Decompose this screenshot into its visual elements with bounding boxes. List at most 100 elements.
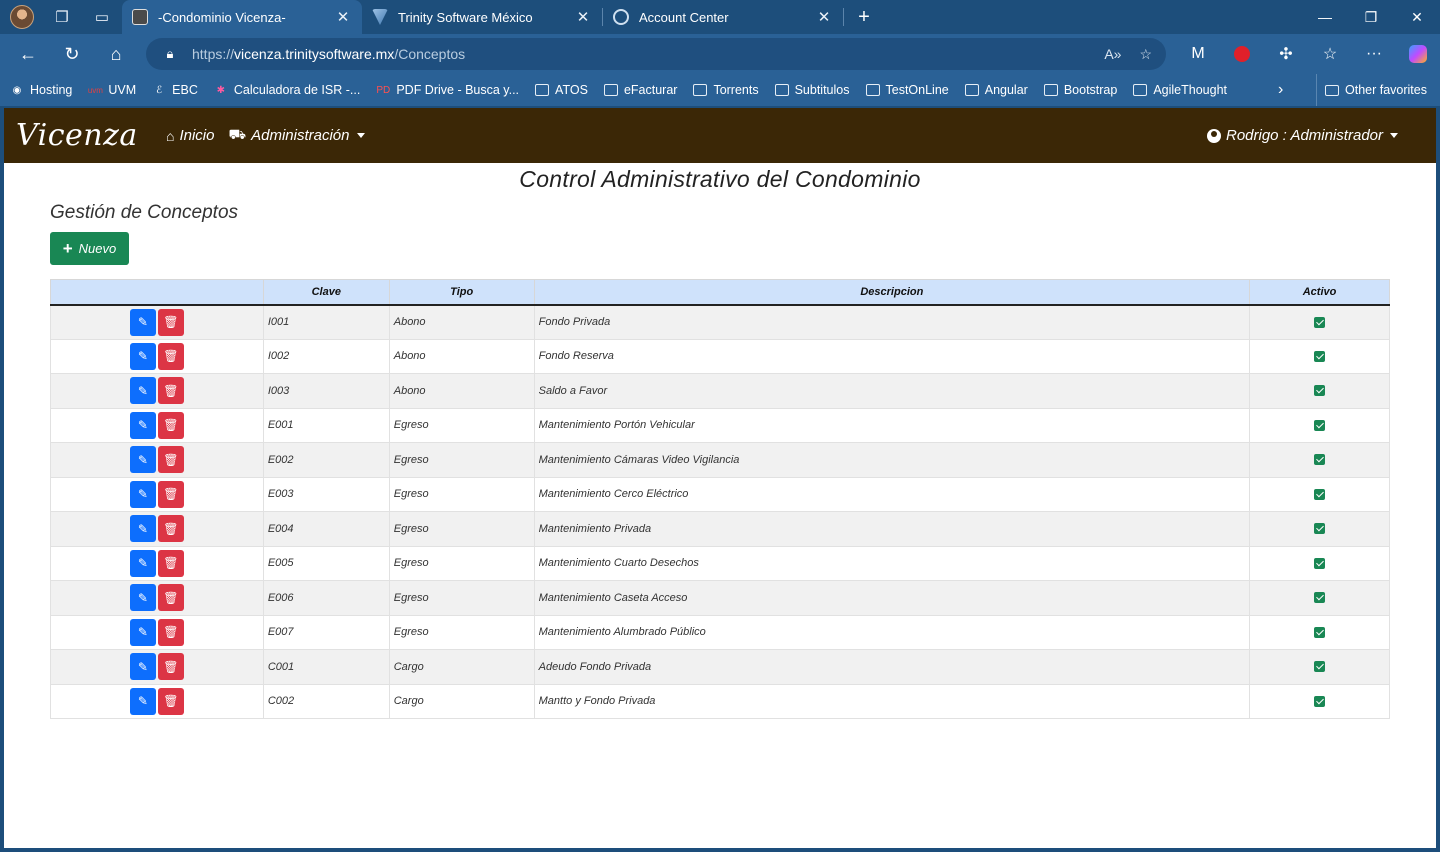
edit-icon[interactable]: ✎ [129,687,156,715]
bookmark-pdf-drive[interactable]: PD PDF Drive - Busca y... [376,83,519,97]
checked-checkbox-icon[interactable] [1314,385,1326,397]
table-row: ✎ 🗑︎ E002 Egreso Mantenimiento Cámaras Video… [50,442,1390,478]
edit-icon[interactable]: ✎ [129,653,156,681]
tab-account-center[interactable]: Account Center ✕ [603,0,843,34]
bookmark-angular[interactable]: Angular [964,83,1028,97]
caret-down-icon [1390,133,1398,138]
checked-checkbox-icon[interactable] [1314,419,1326,431]
user-label: Rodrigo : Administrador [1225,127,1383,144]
edit-icon[interactable]: ✎ [129,446,156,474]
checked-checkbox-icon[interactable] [1314,695,1326,707]
close-window-icon[interactable]: ✕ [1394,0,1440,34]
checked-checkbox-icon[interactable] [1314,488,1326,500]
bookmark-uvm[interactable]: uvm UVM [88,83,136,97]
edit-icon[interactable]: ✎ [129,342,156,370]
url-scheme: https:// [192,46,235,62]
bookmark-label: eFacturar [623,83,678,97]
bookmark-subtitulos[interactable]: Subtitulos [774,83,850,97]
trash-icon[interactable]: 🗑︎ [157,446,184,474]
bookmark-calculadora[interactable]: ✱ Calculadora de ISR -... [214,83,361,97]
profile-avatar[interactable] [10,5,34,29]
edit-icon[interactable]: ✎ [129,480,156,508]
user-menu[interactable]: Rodrigo : Administrador [1206,108,1398,163]
checked-checkbox-icon[interactable] [1314,316,1326,328]
close-tab-icon[interactable]: ✕ [574,8,592,26]
tab-actions-icon[interactable]: ▭ [82,0,122,34]
cell-descripcion: Mantenimiento Portón Vehicular [533,407,1251,443]
bookmark-label: Other favorites [1345,83,1427,97]
checked-checkbox-icon[interactable] [1314,626,1326,638]
close-tab-icon[interactable]: ✕ [334,8,352,26]
trash-icon[interactable]: 🗑︎ [157,584,184,612]
new-tab-icon[interactable]: + [844,6,884,29]
trash-icon[interactable]: 🗑︎ [157,342,184,370]
bookmark-efacturar[interactable]: eFacturar [603,83,678,97]
trash-icon[interactable]: 🗑︎ [157,618,184,646]
trash-icon[interactable]: 🗑︎ [157,377,184,405]
favorite-star-icon[interactable]: ☆ [1139,46,1152,63]
edit-icon[interactable]: ✎ [129,618,156,646]
bookmark-torrents[interactable]: Torrents [693,83,759,97]
bookmark-ebc[interactable]: ℰ EBC [152,83,198,97]
row-actions: ✎ 🗑︎ [50,373,264,409]
edit-icon[interactable]: ✎ [129,411,156,439]
folder-icon [603,84,618,96]
bookmark-testonline[interactable]: TestOnLine [865,83,949,97]
cell-clave: I003 [262,373,390,409]
trash-icon[interactable]: 🗑︎ [157,515,184,543]
edit-icon[interactable]: ✎ [129,584,156,612]
more-options-icon[interactable]: ··· [1352,34,1396,74]
home-icon[interactable]: ⌂ [94,34,138,74]
table-row: ✎ 🗑︎ E003 Egreso Mantenimiento Cerco Eléctri… [50,476,1390,512]
menu-administracion[interactable]: ⛟ Administración [229,126,365,145]
menu-home[interactable]: ⌂ Inicio [166,127,215,144]
new-concept-button[interactable]: + Nuevo [50,232,129,265]
trash-icon[interactable]: 🗑︎ [157,653,184,681]
edit-icon[interactable]: ✎ [129,515,156,543]
bookmark-other-favorites[interactable]: Other favorites [1316,74,1427,106]
trash-icon[interactable]: 🗑︎ [157,687,184,715]
adblock-icon[interactable] [1220,34,1264,74]
copilot-icon[interactable] [1396,34,1440,74]
tab-title: Account Center [639,9,729,25]
trash-icon[interactable]: 🗑︎ [157,308,184,336]
tab-condominio[interactable]: -Condominio Vicenza- ✕ [122,0,362,34]
bookmark-label: Hosting [30,83,73,97]
minimize-icon[interactable]: — [1302,0,1348,34]
back-icon[interactable]: ← [6,34,50,74]
edit-icon[interactable]: ✎ [129,377,156,405]
trash-icon[interactable]: 🗑︎ [157,411,184,439]
tab-title: -Condominio Vicenza- [158,9,286,25]
trash-icon[interactable]: 🗑︎ [157,480,184,508]
favorites-icon[interactable]: ☆ [1308,34,1352,74]
checked-checkbox-icon[interactable] [1314,454,1326,466]
address-bar[interactable]: 🔒︎ https://vicenza.trinitysoftware.mx/Co… [146,38,1166,70]
close-tab-icon[interactable]: ✕ [815,8,833,26]
bookmark-bootstrap[interactable]: Bootstrap [1043,83,1117,97]
workspaces-icon[interactable]: ❐ [42,0,82,34]
lock-icon[interactable]: 🔒︎ [162,46,178,62]
refresh-icon[interactable]: ↻ [50,34,94,74]
extensions-icon[interactable]: ✣ [1264,34,1308,74]
malwarebytes-icon[interactable]: M [1176,34,1220,74]
trash-icon[interactable]: 🗑︎ [157,549,184,577]
checked-checkbox-icon[interactable] [1314,661,1326,673]
read-aloud-icon[interactable]: A» [1104,46,1121,62]
bookmark-atos[interactable]: ATOS [535,83,588,97]
checked-checkbox-icon[interactable] [1314,350,1326,362]
site-brand[interactable]: Vicenza [16,118,138,153]
edit-icon[interactable]: ✎ [129,549,156,577]
checked-checkbox-icon[interactable] [1314,557,1326,569]
cell-descripcion: Mantenimiento Privada [533,511,1251,547]
chevron-right-icon[interactable]: › [1278,74,1283,106]
extensions-area: M ✣ ☆ ··· [1176,34,1440,74]
bookmark-agilethought[interactable]: AgileThought [1133,83,1227,97]
restore-icon[interactable]: ❐ [1348,0,1394,34]
checked-checkbox-icon[interactable] [1314,592,1326,604]
checked-checkbox-icon[interactable] [1314,523,1326,535]
house-icon: ⌂ [166,127,175,144]
edit-icon[interactable]: ✎ [129,308,156,336]
bookmark-hosting[interactable]: ◉ Hosting [10,83,73,97]
tab-trinity[interactable]: Trinity Software México ✕ [362,0,602,34]
uvm-icon: uvm [87,85,103,95]
